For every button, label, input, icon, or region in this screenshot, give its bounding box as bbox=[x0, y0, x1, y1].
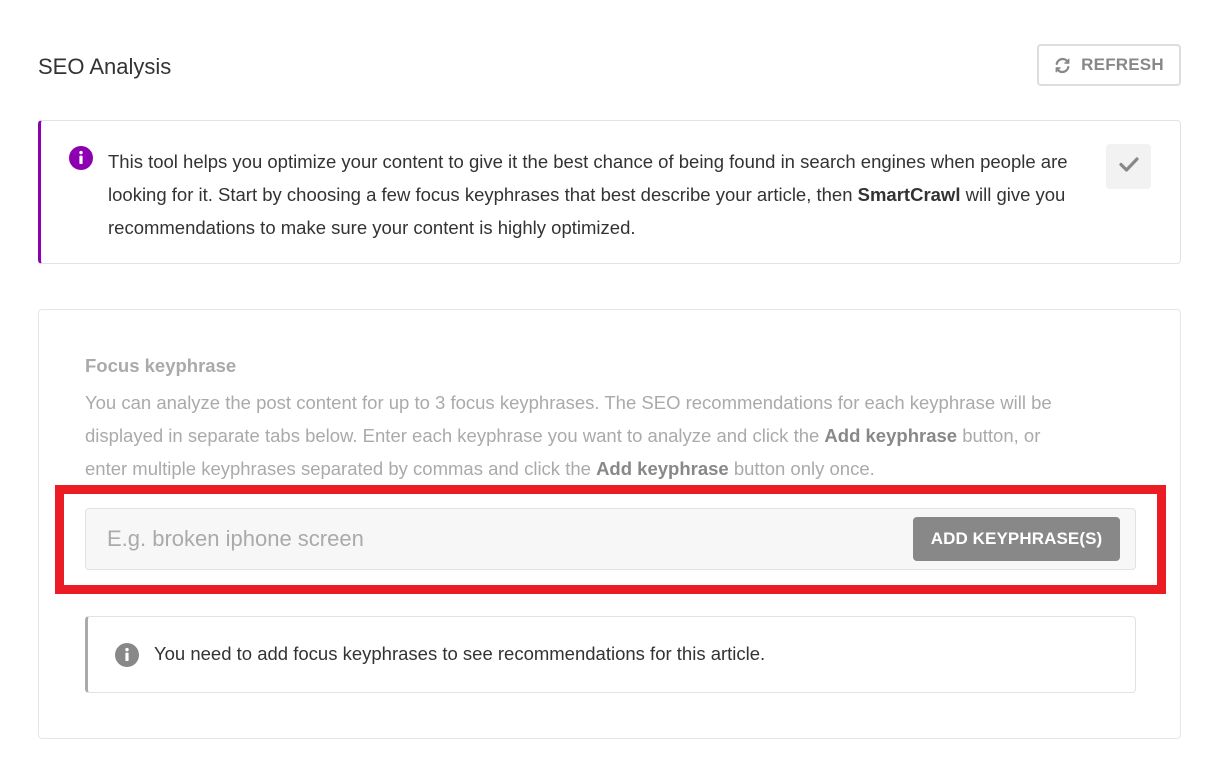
intro-notice-text: This tool helps you optimize your conten… bbox=[108, 145, 1088, 244]
description-bold: Add keyphrase bbox=[824, 425, 958, 446]
description-part: button only once. bbox=[728, 458, 875, 479]
refresh-icon bbox=[1054, 57, 1071, 74]
brand-name: SmartCrawl bbox=[857, 184, 961, 205]
focus-keyphrase-card: Focus keyphrase You can analyze the post… bbox=[38, 309, 1181, 739]
page-title: SEO Analysis bbox=[38, 54, 172, 79]
header: SEO Analysis REFRESH bbox=[38, 44, 1181, 90]
keyphrase-input-row: ADD KEYPHRASE(S) bbox=[85, 508, 1136, 570]
focus-keyphrase-label: Focus keyphrase bbox=[85, 355, 237, 376]
recommendations-notice: You need to add focus keyphrases to see … bbox=[85, 616, 1136, 693]
info-icon bbox=[115, 643, 139, 667]
info-icon bbox=[69, 146, 93, 170]
refresh-button[interactable]: REFRESH bbox=[1037, 44, 1181, 86]
description-bold: Add keyphrase bbox=[596, 458, 729, 479]
checkmark-icon bbox=[1118, 156, 1139, 177]
refresh-label: REFRESH bbox=[1081, 55, 1164, 74]
recommendations-notice-text: You need to add focus keyphrases to see … bbox=[154, 643, 766, 664]
focus-keyphrase-description: You can analyze the post content for up … bbox=[85, 386, 1085, 485]
dismiss-notice-button[interactable] bbox=[1106, 144, 1151, 189]
seo-analysis-page: SEO Analysis REFRESH This tool helps you… bbox=[0, 0, 1220, 775]
add-keyphrase-button[interactable]: ADD KEYPHRASE(S) bbox=[913, 517, 1120, 561]
keyphrase-input[interactable] bbox=[86, 509, 906, 569]
intro-notice: This tool helps you optimize your conten… bbox=[38, 120, 1181, 264]
